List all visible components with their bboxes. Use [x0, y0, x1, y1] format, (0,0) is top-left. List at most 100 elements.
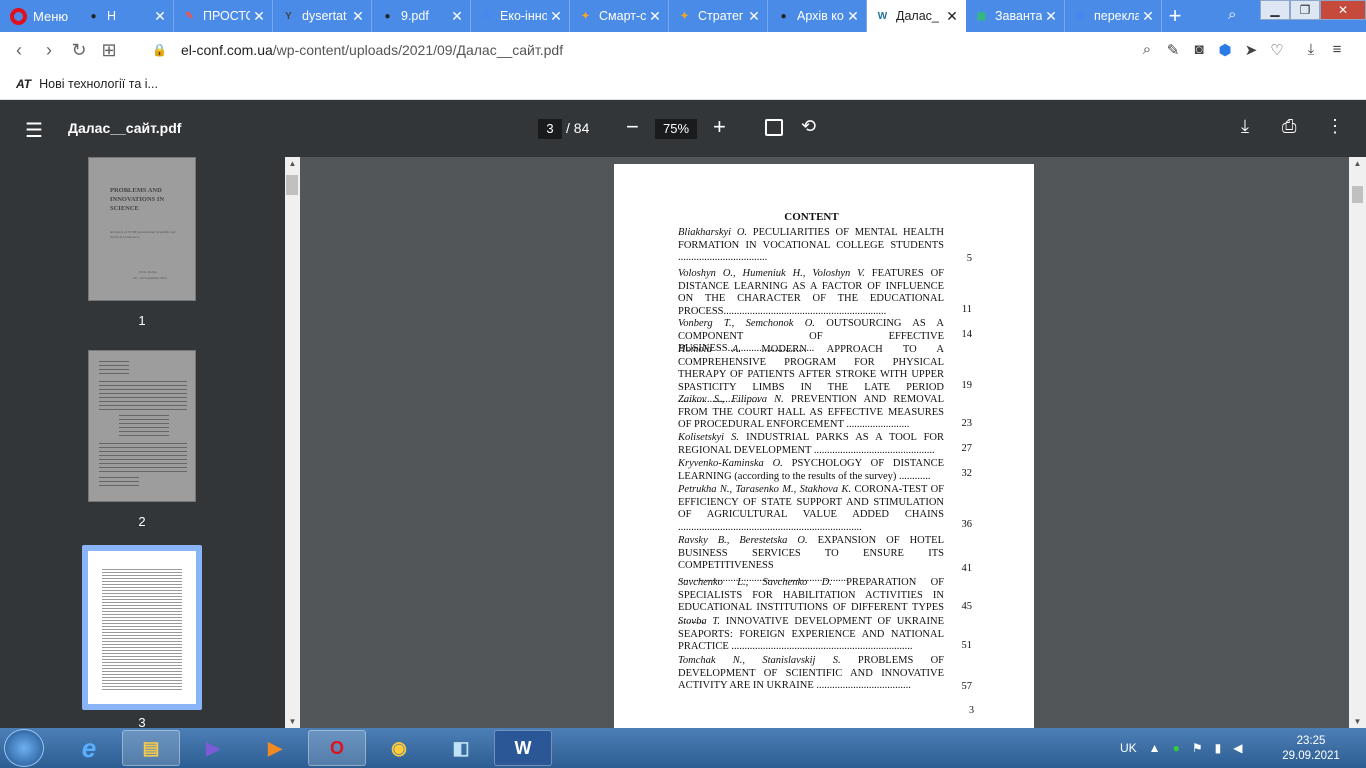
print-icon[interactable]: ⎙: [1282, 116, 1296, 137]
page-footer-number: 3: [969, 705, 974, 716]
thumbnail-page-3[interactable]: [88, 551, 196, 704]
sidebar-scrollbar[interactable]: ▲ ▼: [285, 157, 300, 728]
tab-title: Архів ко: [797, 9, 844, 23]
content-entry[interactable]: Zaikov S., Filipova N. PREVENTION AND RE…: [678, 394, 944, 432]
close-tab-icon[interactable]: ✕: [448, 8, 466, 25]
page-total: / 84: [566, 120, 590, 136]
zoom-input[interactable]: 75%: [655, 119, 697, 139]
visual-studio-icon[interactable]: ▶: [184, 730, 242, 766]
fit-page-icon[interactable]: [765, 119, 783, 136]
tab-1[interactable]: ● Н ✕: [78, 0, 174, 32]
scroll-down-icon[interactable]: ▼: [1349, 717, 1366, 726]
tab-10[interactable]: ▦ Заванта ✕: [966, 0, 1065, 32]
close-window-button[interactable]: ✕: [1320, 0, 1366, 20]
bookmark-item[interactable]: Нові технології та і...: [39, 77, 158, 91]
url-field[interactable]: 🔒 el-conf.com.ua/wp-content/uploads/2021…: [152, 42, 563, 58]
content-entry[interactable]: Voloshyn O., Humeniuk H., Voloshyn V. FE…: [678, 268, 944, 318]
forward-button[interactable]: ›: [34, 40, 64, 61]
tab-5[interactable]: G Еко-інно ✕: [471, 0, 570, 32]
zoom-in-button[interactable]: +: [713, 114, 726, 140]
security-icon[interactable]: ●: [1173, 741, 1180, 755]
start-button[interactable]: [4, 729, 44, 767]
minimize-button[interactable]: ▁: [1260, 0, 1290, 20]
flag-icon[interactable]: ⚑: [1192, 741, 1203, 755]
content-heading: CONTENT: [784, 211, 839, 223]
tab-3[interactable]: Ydysertat ✕: [273, 0, 372, 32]
back-button[interactable]: ‹: [4, 40, 34, 61]
sidebar-toggle-icon[interactable]: ☰: [25, 118, 43, 143]
opera-taskbar-icon[interactable]: O: [308, 730, 366, 766]
page-number-input[interactable]: 3: [538, 119, 562, 139]
ie-icon[interactable]: e: [60, 730, 118, 766]
content-entry[interactable]: Petrukha N., Tarasenko M., Stakhova K. C…: [678, 484, 944, 534]
tab-9[interactable]: W Далас_ ✕: [867, 0, 966, 32]
content-entry[interactable]: Stovba T. INNOVATIVE DEVELOPMENT OF UKRA…: [678, 616, 944, 654]
more-options-icon[interactable]: ⋮: [1326, 116, 1344, 137]
close-tab-icon[interactable]: ✕: [151, 8, 169, 25]
scroll-down-icon[interactable]: ▼: [285, 717, 300, 726]
opera-logo-icon: [10, 7, 27, 25]
scroll-up-icon[interactable]: ▲: [1349, 159, 1366, 168]
thumbnail-number: 1: [138, 313, 146, 328]
rotate-icon[interactable]: ⟲: [801, 116, 816, 137]
volume-icon[interactable]: ◀: [1233, 741, 1242, 755]
explorer-icon[interactable]: ▤: [122, 730, 180, 766]
tab-title: Смарт-с: [599, 9, 646, 23]
tab-4[interactable]: ● 9.pdf ✕: [372, 0, 471, 32]
tab-6[interactable]: ✦ Смарт-с ✕: [570, 0, 669, 32]
tab-2[interactable]: ✎ ПРОСТО ✕: [174, 0, 273, 32]
new-tab-button[interactable]: +: [1162, 0, 1188, 32]
tab-7[interactable]: ✦ Стратег ✕: [669, 0, 768, 32]
close-tab-icon[interactable]: ✕: [745, 8, 763, 25]
search-tabs-icon[interactable]: ⌕: [1228, 6, 1236, 23]
entry-authors: Homola A.: [678, 344, 742, 355]
media-player-icon[interactable]: ▶: [246, 730, 304, 766]
entry-page-number: 27: [961, 443, 973, 454]
content-entry[interactable]: Kolisetskyi S. INDUSTRIAL PARKS AS A TOO…: [678, 432, 944, 457]
sidebar-scroll-thumb[interactable]: [286, 175, 298, 195]
pdf-filename: Далас__сайт.pdf: [68, 120, 182, 136]
vpn-shield-icon[interactable]: ⬢: [1212, 41, 1238, 59]
zoom-out-button[interactable]: −: [626, 114, 639, 140]
opera-menu-button[interactable]: Меню: [0, 0, 78, 32]
close-tab-icon[interactable]: ✕: [1042, 8, 1060, 25]
thumbnail-page-1[interactable]: PROBLEMS AND INNOVATIONS IN SCIENCE Abst…: [88, 157, 196, 301]
thumbnail-page-2[interactable]: [88, 350, 196, 502]
close-tab-icon[interactable]: ✕: [1139, 8, 1157, 25]
tab-title: Еко-інно: [500, 9, 547, 23]
close-tab-icon[interactable]: ✕: [547, 8, 565, 25]
document-scrollbar[interactable]: ▲ ▼: [1349, 157, 1366, 728]
word-icon[interactable]: W: [494, 730, 552, 766]
menu-lines-icon[interactable]: ≡: [1324, 41, 1350, 58]
thumbnail-city: USA, Dallas: [139, 270, 157, 274]
scroll-up-icon[interactable]: ▲: [285, 159, 300, 168]
chrome-icon[interactable]: ◉: [370, 730, 428, 766]
document-scroll-thumb[interactable]: [1352, 186, 1363, 203]
send-icon[interactable]: ➤: [1238, 41, 1264, 59]
heart-icon[interactable]: ♡: [1264, 41, 1290, 59]
download-pdf-icon[interactable]: ⤓: [1241, 116, 1249, 137]
edit-icon[interactable]: ✎: [1160, 41, 1186, 59]
network-icon[interactable]: ▮: [1215, 741, 1222, 755]
close-tab-icon[interactable]: ✕: [943, 8, 961, 25]
language-indicator[interactable]: UK: [1120, 741, 1137, 755]
search-icon[interactable]: ⌕: [1134, 41, 1160, 59]
download-icon[interactable]: ⤓: [1298, 41, 1324, 58]
close-tab-icon[interactable]: ✕: [250, 8, 268, 25]
reload-button[interactable]: ↻: [64, 40, 94, 61]
tab-11[interactable]: Gперекла ✕: [1065, 0, 1162, 32]
tab-8[interactable]: ● Архів ко ✕: [768, 0, 867, 32]
close-tab-icon[interactable]: ✕: [349, 8, 367, 25]
close-tab-icon[interactable]: ✕: [844, 8, 862, 25]
camera-icon[interactable]: ◙: [1186, 41, 1212, 59]
url-path: /wp-content/uploads/2021/09/Далас__сайт.…: [272, 42, 564, 58]
content-entry[interactable]: Bliakharskyi O. PECULIARITIES OF MENTAL …: [678, 227, 944, 265]
content-entry[interactable]: Kryvenko-Kaminska O. PSYCHOLOGY OF DISTA…: [678, 458, 944, 483]
clock[interactable]: 23:25 29.09.2021: [1282, 734, 1340, 764]
maximize-button[interactable]: ❐: [1290, 0, 1320, 20]
close-tab-icon[interactable]: ✕: [646, 8, 664, 25]
content-entry[interactable]: Tomchak N., Stanislavskij S. PROBLEMS OF…: [678, 655, 944, 693]
notepad-icon[interactable]: ◧: [432, 730, 490, 766]
speed-dial-button[interactable]: ⊞: [94, 40, 124, 61]
show-hidden-icons-icon[interactable]: ▲: [1149, 741, 1161, 755]
